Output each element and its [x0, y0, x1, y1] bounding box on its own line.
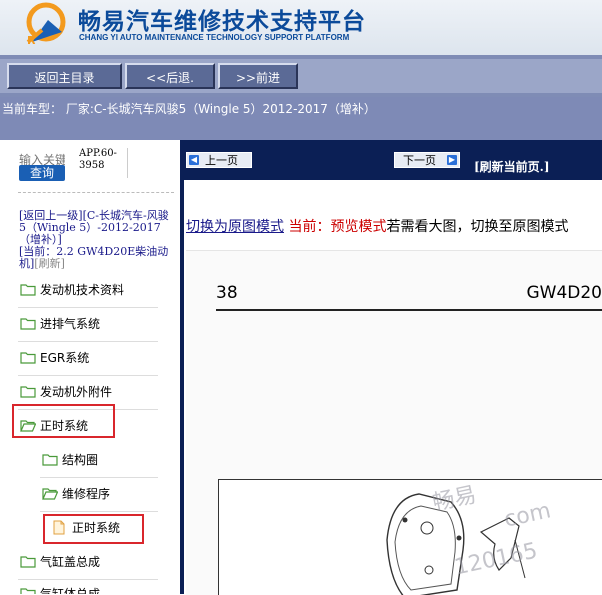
folder-icon	[20, 284, 36, 296]
tree-item-label: 正时系统	[72, 521, 121, 535]
tree-divider	[40, 477, 158, 478]
tree-divider	[18, 307, 158, 308]
figure-frame	[218, 479, 602, 595]
page-number: 38	[216, 283, 238, 303]
forward-button[interactable]: >>前进	[218, 63, 298, 89]
current-model-text: 当前车型： 厂家:C-长城汽车风骏5（Wingle 5）2012-2017（增补…	[2, 102, 376, 116]
toolbar: 返回主目录 <<后退. >>前进	[0, 55, 602, 97]
timing-cover-drawing	[386, 493, 526, 595]
app-subtitle: CHANG YI AUTO MAINTENANCE TECHNOLOGY SUP…	[79, 33, 350, 42]
tree-divider	[40, 511, 158, 512]
breadcrumb: [返回上一级][C-长城汽车-风骏5（Wingle 5）-2012-2017（增…	[19, 210, 169, 270]
sidebar-divider	[18, 192, 174, 193]
home-button[interactable]: 返回主目录	[7, 63, 122, 89]
tree-item-label: 结构圈	[62, 453, 99, 467]
view-mode-line: 切换为原图模式 当前：预览模式若需看大图，切换至原图模式	[186, 216, 568, 236]
folder-open-icon	[20, 420, 36, 432]
document-preview: 38 GW4D20 畅易 com 120165	[186, 250, 602, 595]
mode-hint: 若需看大图，切换至原图模式	[386, 219, 569, 235]
search-button[interactable]: 查询	[19, 165, 65, 181]
folder-open-icon	[42, 488, 58, 500]
tree-item-label: 正时系统	[40, 419, 89, 433]
folder-icon	[20, 556, 36, 568]
tree-item-label: 发动机外附件	[40, 385, 113, 399]
folder-icon	[20, 318, 36, 330]
back-button[interactable]: <<后退.	[125, 63, 215, 89]
page-rule	[216, 309, 602, 311]
refresh-page-link[interactable]: [刷新当前页.]	[474, 158, 550, 175]
arrow-right-icon: ▶	[447, 155, 457, 165]
model-bar: 当前车型： 厂家:C-长城汽车风骏5（Wingle 5）2012-2017（增补…	[0, 97, 602, 140]
tree-divider	[18, 341, 158, 342]
folder-icon	[20, 588, 36, 594]
refresh-link[interactable]: [刷新]	[34, 257, 65, 270]
toolbar-inner: 返回主目录 <<后退. >>前进	[0, 59, 602, 93]
arrow-left-icon: ◀	[189, 155, 199, 165]
app-id-label: APP.60-3958	[79, 148, 128, 178]
folder-icon	[42, 454, 58, 466]
document-icon	[53, 520, 65, 535]
next-page-button[interactable]: 下一页 ▶	[394, 152, 460, 168]
splitter[interactable]	[180, 140, 184, 594]
tree-item-label: EGR系统	[40, 351, 90, 365]
original-mode-link[interactable]: 切换为原图模式	[186, 219, 284, 235]
svg-text:R: R	[27, 34, 36, 46]
tree-divider	[18, 375, 158, 376]
prev-page-button[interactable]: ◀ 上一页	[186, 152, 252, 168]
tree-item-label: 气缸盖总成	[40, 555, 101, 569]
tree-divider	[18, 579, 158, 580]
app-title: 畅易汽车维修技术支持平台	[78, 9, 366, 35]
folder-icon	[20, 352, 36, 364]
logo-icon: R	[26, 2, 66, 46]
current-mode-label: 当前：预览模式	[284, 219, 387, 235]
header: R 畅易汽车维修技术支持平台 CHANG YI AUTO MAINTENANCE…	[0, 0, 602, 55]
sidebar: 查询 APP.60-3958 [返回上一级][C-长城汽车-风骏5（Wingle…	[0, 140, 180, 594]
tree-item-label: 维修程序	[62, 487, 111, 501]
page-nav-bar: ◀ 上一页 下一页 ▶ [刷新当前页.]	[184, 140, 602, 180]
next-page-label: 下一页	[403, 154, 436, 167]
folder-icon	[20, 386, 36, 398]
tree-item-label: 发动机技术资料	[40, 283, 125, 297]
page-code: GW4D20	[526, 283, 602, 303]
prev-page-label: 上一页	[205, 154, 238, 167]
tree-item-label: 气缸体总成	[40, 587, 101, 594]
tree-item-label: 进排气系统	[40, 317, 101, 331]
